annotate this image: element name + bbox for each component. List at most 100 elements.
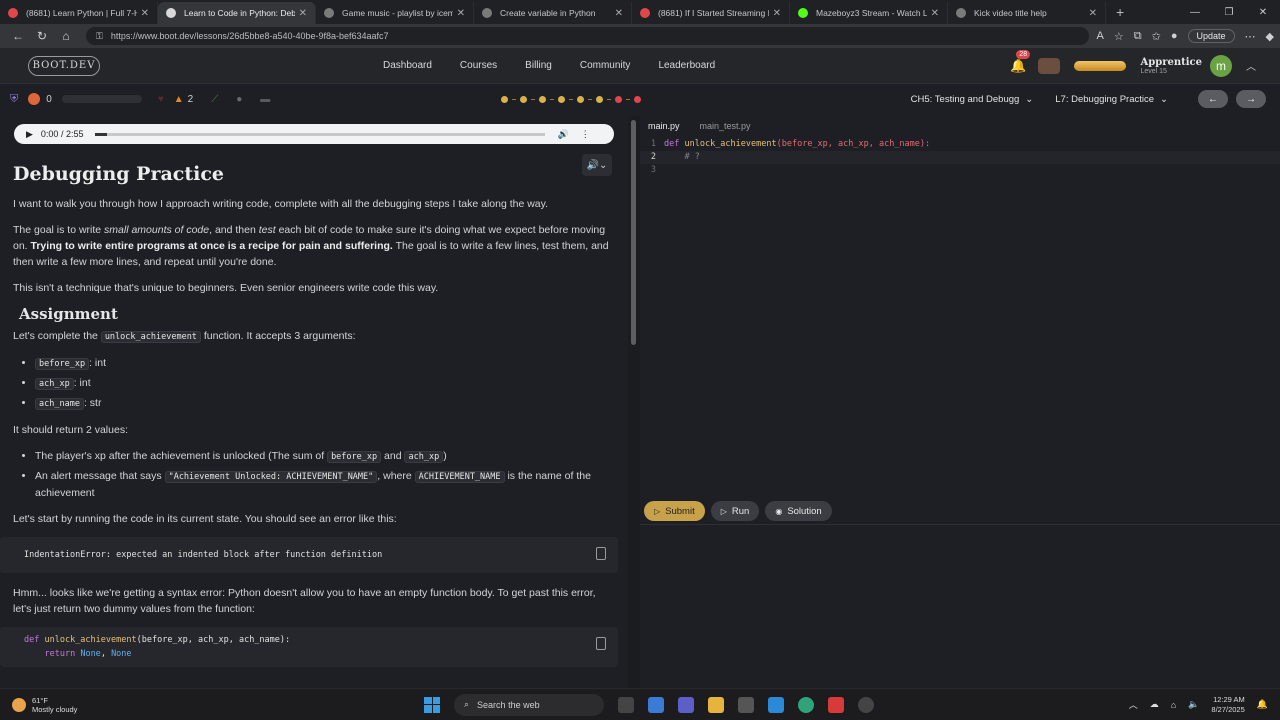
notifications-icon[interactable]: 🔔 28 — [1010, 49, 1031, 74]
chevron-up-icon[interactable]: ︿ — [1246, 58, 1256, 73]
lesson-dot[interactable] — [501, 95, 508, 103]
task-view-icon[interactable] — [618, 696, 634, 713]
nav-dashboard[interactable]: Dashboard — [383, 60, 432, 71]
close-icon[interactable]: ✕ — [457, 8, 465, 19]
audio-seek-bar[interactable] — [95, 132, 546, 136]
avatar[interactable]: m — [1210, 54, 1232, 77]
close-icon[interactable]: ✕ — [141, 8, 149, 19]
notification-bell-icon[interactable]: 🔔 — [1257, 699, 1268, 710]
play-icon[interactable]: ▶ — [26, 129, 33, 140]
tab-title: (8681) Learn Python | Full 7-Hour — [26, 8, 137, 18]
media-icon[interactable] — [828, 696, 844, 713]
browser-tab[interactable]: Create variable in Python ✕ — [474, 2, 632, 24]
chest-icon[interactable]: ▬ — [260, 94, 270, 105]
submit-button[interactable]: ▷ Submit — [644, 501, 705, 521]
heart-icon[interactable]: ♥ — [158, 94, 164, 105]
tab-main-py[interactable]: main.py — [648, 121, 680, 131]
start-icon[interactable] — [424, 696, 440, 713]
flame-icon[interactable]: ▲ — [174, 94, 184, 105]
nav-courses[interactable]: Courses — [460, 60, 497, 71]
flask-icon[interactable]: ● — [236, 94, 242, 105]
next-lesson-button[interactable]: → — [1236, 90, 1266, 108]
browser-tab[interactable]: (8681) Learn Python | Full 7-Hour ✕ — [0, 2, 158, 24]
paragraph: It should return 2 values: — [13, 424, 128, 436]
close-icon[interactable]: ✕ — [773, 8, 781, 19]
copy-icon[interactable] — [596, 637, 606, 650]
volume-icon[interactable]: 🔈 — [1188, 699, 1199, 710]
browser-tab[interactable]: Kick video title help ✕ — [948, 2, 1106, 24]
lesson-dot[interactable] — [596, 95, 603, 103]
list-item: ach_xp: int — [35, 375, 613, 392]
lesson-dot[interactable] — [615, 95, 622, 103]
volume-icon[interactable]: 🔊 — [557, 129, 568, 140]
extensions-icon[interactable]: ⧉ — [1134, 30, 1142, 43]
solution-button[interactable]: ◉ Solution — [765, 501, 832, 521]
nav-leaderboard[interactable]: Leaderboard — [658, 60, 715, 71]
more-menu-icon[interactable]: ⋯ — [1245, 30, 1256, 43]
chapter-select[interactable]: CH5: Testing and Debugg ⌄ — [911, 94, 1034, 105]
browser-tab[interactable]: Mazeboyz3 Stream - Watch Live ✕ — [790, 2, 948, 24]
nav-billing[interactable]: Billing — [525, 60, 552, 71]
browser-tab[interactable]: Game music - playlist by icemaz ✕ — [316, 2, 474, 24]
close-icon[interactable]: ✕ — [615, 8, 623, 19]
close-icon[interactable]: ✕ — [299, 8, 307, 19]
app-icon[interactable] — [858, 696, 874, 713]
close-window-icon[interactable]: ✕ — [1246, 7, 1280, 18]
lesson-dot[interactable] — [558, 95, 565, 103]
site-info-icon[interactable]: ⚿ — [96, 31, 103, 42]
prev-lesson-button[interactable]: ← — [1198, 90, 1228, 108]
browser-tab[interactable]: (8681) If I Started Streaming In 2 ✕ — [632, 2, 790, 24]
lesson-dot[interactable] — [634, 95, 641, 103]
code-line: 3 — [650, 165, 656, 175]
app-icon[interactable] — [738, 696, 754, 713]
lesson-dot-connector — [569, 98, 573, 100]
gem-icon[interactable] — [28, 93, 41, 105]
gem-count: 0 — [46, 93, 52, 105]
edge-icon[interactable] — [798, 696, 814, 713]
lesson-article: Debugging Practice I want to walk you th… — [0, 162, 618, 679]
vscode-icon[interactable] — [768, 696, 784, 713]
lesson-dot-connector — [550, 98, 554, 100]
lesson-select[interactable]: L7: Debugging Practice ⌄ — [1055, 94, 1168, 105]
profile-icon[interactable]: ● — [1171, 30, 1178, 42]
read-aloud-icon[interactable]: A — [1097, 30, 1104, 42]
tab-main-test-py[interactable]: main_test.py — [700, 121, 751, 131]
teams-icon[interactable] — [678, 696, 694, 713]
code-area[interactable]: 1 def unlock_achievement(before_xp, ach_… — [640, 138, 1280, 177]
lesson-scrollbar[interactable] — [631, 120, 636, 345]
nav-community[interactable]: Community — [580, 60, 631, 71]
copy-icon[interactable] — [596, 547, 606, 560]
close-icon[interactable]: ✕ — [1089, 8, 1097, 19]
file-explorer-icon[interactable] — [708, 696, 724, 713]
new-tab-button[interactable]: + — [1116, 4, 1124, 20]
favorites-icon[interactable]: ✩ — [1152, 30, 1161, 43]
lesson-dot[interactable] — [577, 95, 584, 103]
reload-icon[interactable]: ↻ — [30, 29, 54, 43]
favorite-star-icon[interactable]: ☆ — [1114, 30, 1124, 43]
back-icon[interactable]: ← — [6, 29, 30, 43]
copilot-icon[interactable] — [648, 696, 664, 713]
url-field[interactable]: ⚿ https://www.boot.dev/lessons/26d5bbe8-… — [86, 27, 1089, 45]
copilot-icon[interactable]: ◆ — [1266, 30, 1274, 43]
run-button[interactable]: ▷ Run — [710, 501, 760, 521]
network-icon[interactable]: ⌂ — [1171, 700, 1176, 710]
onedrive-icon[interactable]: ☁ — [1150, 699, 1159, 710]
home-icon[interactable]: ⌂ — [54, 29, 78, 43]
pet-icon[interactable] — [1038, 57, 1061, 74]
taskbar-search[interactable]: ⌕ Search the web — [454, 693, 604, 716]
weather-widget[interactable]: 61°F Mostly cloudy — [12, 696, 77, 714]
minimize-icon[interactable]: — — [1178, 7, 1212, 18]
maximize-icon[interactable]: ❐ — [1212, 7, 1246, 18]
audio-more-icon[interactable]: ⋮ — [581, 129, 590, 140]
bootdev-logo[interactable]: BOOT.DEV — [28, 55, 100, 76]
clock[interactable]: 12:29 AM 8/27/2025 — [1211, 695, 1244, 715]
potion-icon[interactable]: ⟋ — [211, 94, 218, 105]
browser-tab[interactable]: Learn to Code in Python: Debugging ✕ — [158, 2, 316, 24]
update-button[interactable]: Update — [1187, 29, 1235, 43]
lesson-dot-connector — [531, 98, 535, 100]
chevron-up-icon[interactable]: ︿ — [1129, 698, 1138, 711]
lesson-dot[interactable] — [520, 95, 527, 103]
lesson-dot[interactable] — [539, 95, 546, 103]
armor-icon[interactable]: ⛨ — [10, 93, 18, 106]
close-icon[interactable]: ✕ — [931, 8, 939, 19]
